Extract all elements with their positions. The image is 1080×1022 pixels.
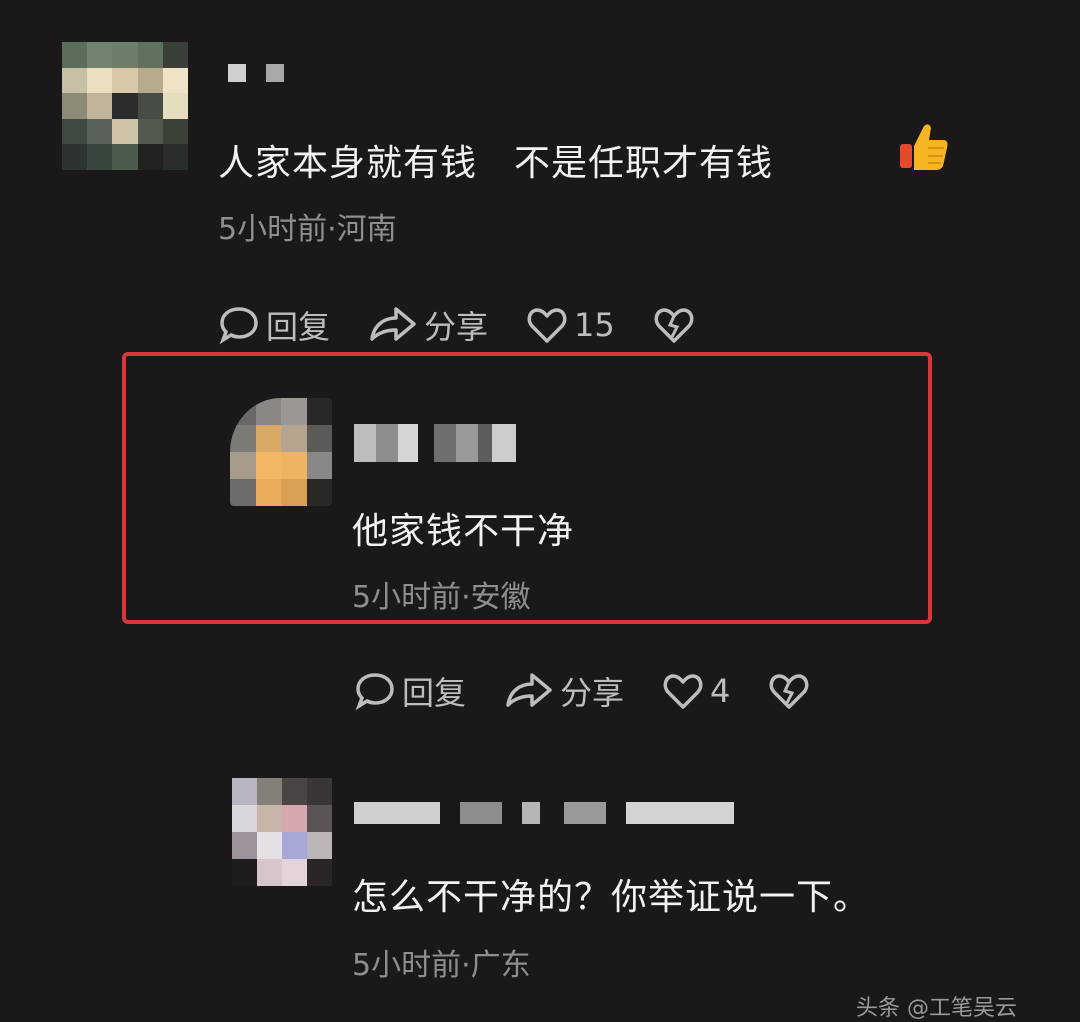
username-blurred[interactable] bbox=[354, 802, 734, 824]
comment-bubble-icon bbox=[219, 307, 258, 345]
reply-label: 回复 bbox=[266, 308, 331, 346]
thumbs-up-icon bbox=[900, 124, 948, 170]
comment-bubble-icon bbox=[355, 673, 394, 711]
share-arrow-icon bbox=[506, 673, 552, 707]
share-button[interactable]: 分享 bbox=[368, 302, 488, 348]
broken-heart-icon bbox=[654, 308, 694, 343]
comment-actions: 回复 分享 4 bbox=[354, 668, 848, 714]
avatar[interactable] bbox=[230, 398, 332, 506]
share-label: 分享 bbox=[560, 674, 625, 712]
comment-meta: 5小时前·安徽 bbox=[352, 580, 531, 615]
like-button[interactable]: 15 bbox=[526, 305, 615, 345]
like-count: 4 bbox=[710, 672, 731, 710]
comment-meta: 5小时前·广东 bbox=[352, 948, 531, 983]
avatar[interactable] bbox=[232, 778, 332, 886]
username-blurred[interactable] bbox=[228, 64, 284, 82]
heart-icon bbox=[663, 674, 703, 709]
avatar[interactable] bbox=[62, 42, 188, 170]
comment-actions: 回复 分享 15 bbox=[218, 302, 733, 348]
share-arrow-icon bbox=[370, 307, 416, 341]
like-count: 15 bbox=[574, 306, 615, 344]
dislike-button[interactable] bbox=[768, 671, 810, 711]
watermark: 头条 @工笔吴云 bbox=[856, 996, 1017, 1021]
username-blurred[interactable] bbox=[354, 424, 516, 462]
comment-text: 人家本身就有钱 不是任职才有钱 bbox=[218, 143, 774, 184]
reply-button[interactable]: 回复 bbox=[218, 302, 330, 348]
dislike-button[interactable] bbox=[653, 305, 695, 345]
reply-label: 回复 bbox=[402, 674, 467, 712]
broken-heart-icon bbox=[769, 674, 809, 709]
reply-button[interactable]: 回复 bbox=[354, 668, 466, 714]
share-label: 分享 bbox=[424, 308, 489, 346]
comment-meta: 5小时前·河南 bbox=[218, 212, 397, 247]
share-button[interactable]: 分享 bbox=[504, 668, 624, 714]
heart-icon bbox=[527, 308, 567, 343]
comment-text: 怎么不干净的？你举证说一下。 bbox=[352, 877, 871, 918]
comment-text: 他家钱不干净 bbox=[352, 511, 575, 552]
like-button[interactable]: 4 bbox=[662, 671, 730, 711]
